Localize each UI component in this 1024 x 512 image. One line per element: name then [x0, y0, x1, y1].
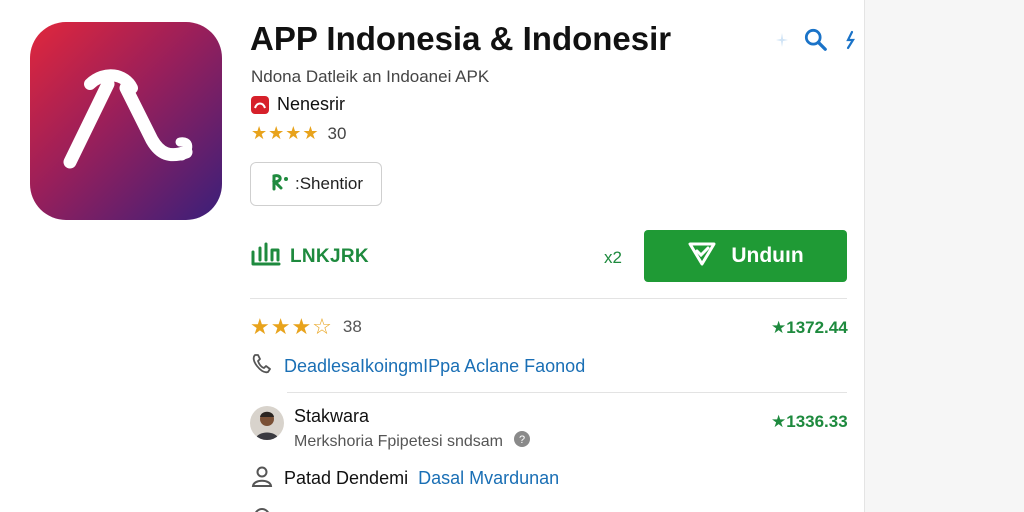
rating-count: 30 [327, 123, 347, 143]
share-button-label: :Shentior [294, 174, 364, 193]
app-subtitle: Ndona Datleik an Indoanei APK [251, 67, 490, 86]
app-logo-lambda-icon [63, 69, 193, 169]
count-label: x2 [604, 248, 622, 267]
author-desc: Merkshoria Fpipetesi sndsam [294, 432, 503, 450]
person-row[interactable]: Patad Dendemi Dasal Mvardunan [250, 464, 559, 493]
author-info: Stakwara Merkshoria Fpipetesi sndsam ? [294, 406, 531, 453]
app-title: APP Indonesia & Indonesir [250, 20, 672, 57]
review-row: ★★★☆ 38 [250, 314, 362, 340]
rating-stars: ★★★★ [251, 123, 320, 143]
phone-row[interactable]: DeadlesaIkoingmIPpa Aclane Faonod [250, 352, 585, 381]
bar-chart-icon [250, 240, 282, 273]
pin-icon[interactable] [838, 26, 862, 54]
phone-text: DeadlesaIkoingmIPpa Aclane Faonod [284, 356, 586, 376]
person-text-b: Dasal Mvardunan [418, 468, 560, 488]
info-icon[interactable]: ? [513, 430, 531, 453]
sparkle-icon[interactable] [770, 26, 794, 54]
download-check-icon [687, 241, 717, 272]
author-desc-line: Merkshoria Fpipetesi sndsam ? [294, 430, 531, 453]
review-value: ★1372.44 [771, 318, 848, 337]
search-icon[interactable] [804, 26, 828, 54]
developer-name: Nenesrir [277, 94, 346, 114]
link-label: LNKJRK [290, 245, 369, 267]
download-button-label: Unduın [731, 244, 804, 267]
review-count: 38 [342, 317, 362, 336]
svg-text:?: ? [519, 434, 525, 446]
section-divider [250, 298, 847, 299]
app-icon [30, 22, 222, 220]
row-divider [287, 392, 847, 393]
developer-badge-icon [251, 95, 269, 114]
share-p-icon [269, 171, 291, 198]
cutoff-row [250, 504, 274, 512]
developer-row[interactable]: Nenesrir [251, 94, 345, 115]
cutoff-icon [250, 504, 274, 512]
person-text-a: Patad Dendemi [284, 468, 409, 488]
review-stars: ★★★☆ [250, 314, 333, 339]
app-detail-page: APP Indonesia & Indonesir Ndona Datleik … [0, 0, 1024, 512]
header-icons [770, 24, 862, 56]
rating-row: ★★★★ 30 [251, 123, 346, 144]
share-button[interactable]: :Shentior [250, 162, 382, 206]
author-name: Stakwara [294, 406, 370, 426]
author-row[interactable]: Stakwara Merkshoria Fpipetesi sndsam ? [250, 406, 531, 453]
phone-icon [250, 352, 274, 381]
side-panel [864, 0, 1024, 512]
link-row[interactable]: LNKJRK [250, 240, 369, 273]
author-value: ★1336.33 [771, 412, 848, 431]
download-button[interactable]: Unduın [644, 230, 847, 282]
person-icon [250, 464, 274, 493]
avatar [250, 406, 284, 440]
